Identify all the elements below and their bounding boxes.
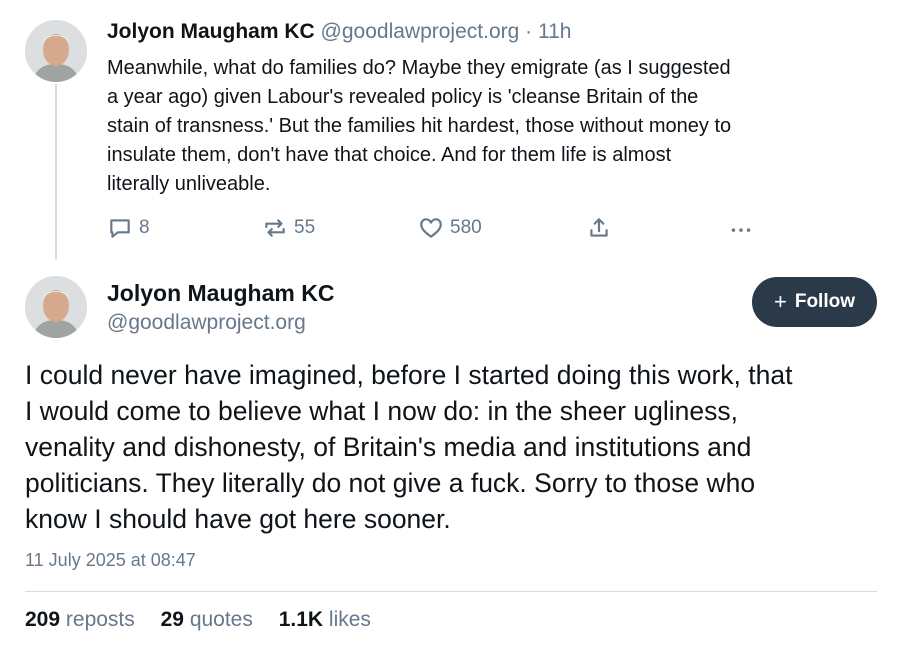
author-name[interactable]: Jolyon Maugham KC [107,278,334,308]
like-button[interactable]: 580 [418,215,482,241]
post-text-line: I would come to believe what I now do: i… [25,396,738,426]
author-handle[interactable]: @goodlawproject.org [321,20,520,43]
likes-stat[interactable]: 1.1K likes [279,608,371,631]
reply-button[interactable]: 8 [107,215,150,241]
post-text-line: Meanwhile, what do families do? Maybe th… [107,57,731,79]
post-stats: 209 reposts 29 quotes 1.1K likes [25,608,391,632]
author-name[interactable]: Jolyon Maugham KC [107,20,315,43]
likes-count: 1.1K [278,608,324,631]
more-options-button[interactable] [728,215,754,241]
quotes-stat[interactable]: 29 quotes [161,608,253,631]
repost-icon [265,219,285,237]
post-time[interactable]: 11h [538,20,571,43]
like-count: 580 [450,217,482,238]
likes-label: likes [328,608,371,631]
follow-button[interactable]: + Follow [752,277,877,327]
reply-count: 8 [139,217,150,238]
post-text-line: insulate them, don't have that choice. A… [107,144,672,166]
avatar[interactable] [25,276,87,338]
reply-icon [110,219,130,238]
separator-dot: · [525,20,533,43]
post-header: Jolyon Maugham KC @goodlawproject.org · … [107,18,571,46]
share-icon [590,218,608,237]
post-text-line: a year ago) given Labour's revealed poli… [107,86,699,108]
author-handle[interactable]: @goodlawproject.org [107,309,306,337]
like-icon [420,218,442,238]
repost-button[interactable]: 55 [262,215,315,241]
post-actions: 8 55 580 [0,215,906,245]
repost-count: 55 [294,217,316,238]
post-text-line: stain of transness.' But the families hi… [107,115,732,137]
post-text: I could never have imagined, before I st… [25,357,885,537]
reposts-label: reposts [65,608,135,631]
plus-icon: + [773,289,787,314]
more-icon [731,228,751,232]
divider [25,591,877,592]
post-text-line: literally unliveable. [107,173,271,195]
share-button[interactable] [586,215,612,241]
reposts-count: 209 [25,608,61,631]
post-timestamp[interactable]: 11 July 2025 at 08:47 [25,550,196,571]
quotes-label: quotes [189,608,253,631]
reposts-stat[interactable]: 209 reposts [25,608,135,631]
post-text: Meanwhile, what do families do? Maybe th… [107,54,877,199]
post-text-line: venality and dishonesty, of Britain's me… [25,432,752,462]
avatar[interactable] [25,20,87,82]
follow-label: Follow [794,291,855,312]
quotes-count: 29 [160,608,184,631]
post-text-line: know I should have got here sooner. [25,504,451,534]
post-text-line: politicians. They literally do not give … [25,468,756,498]
post-text-line: I could never have imagined, before I st… [25,360,793,390]
